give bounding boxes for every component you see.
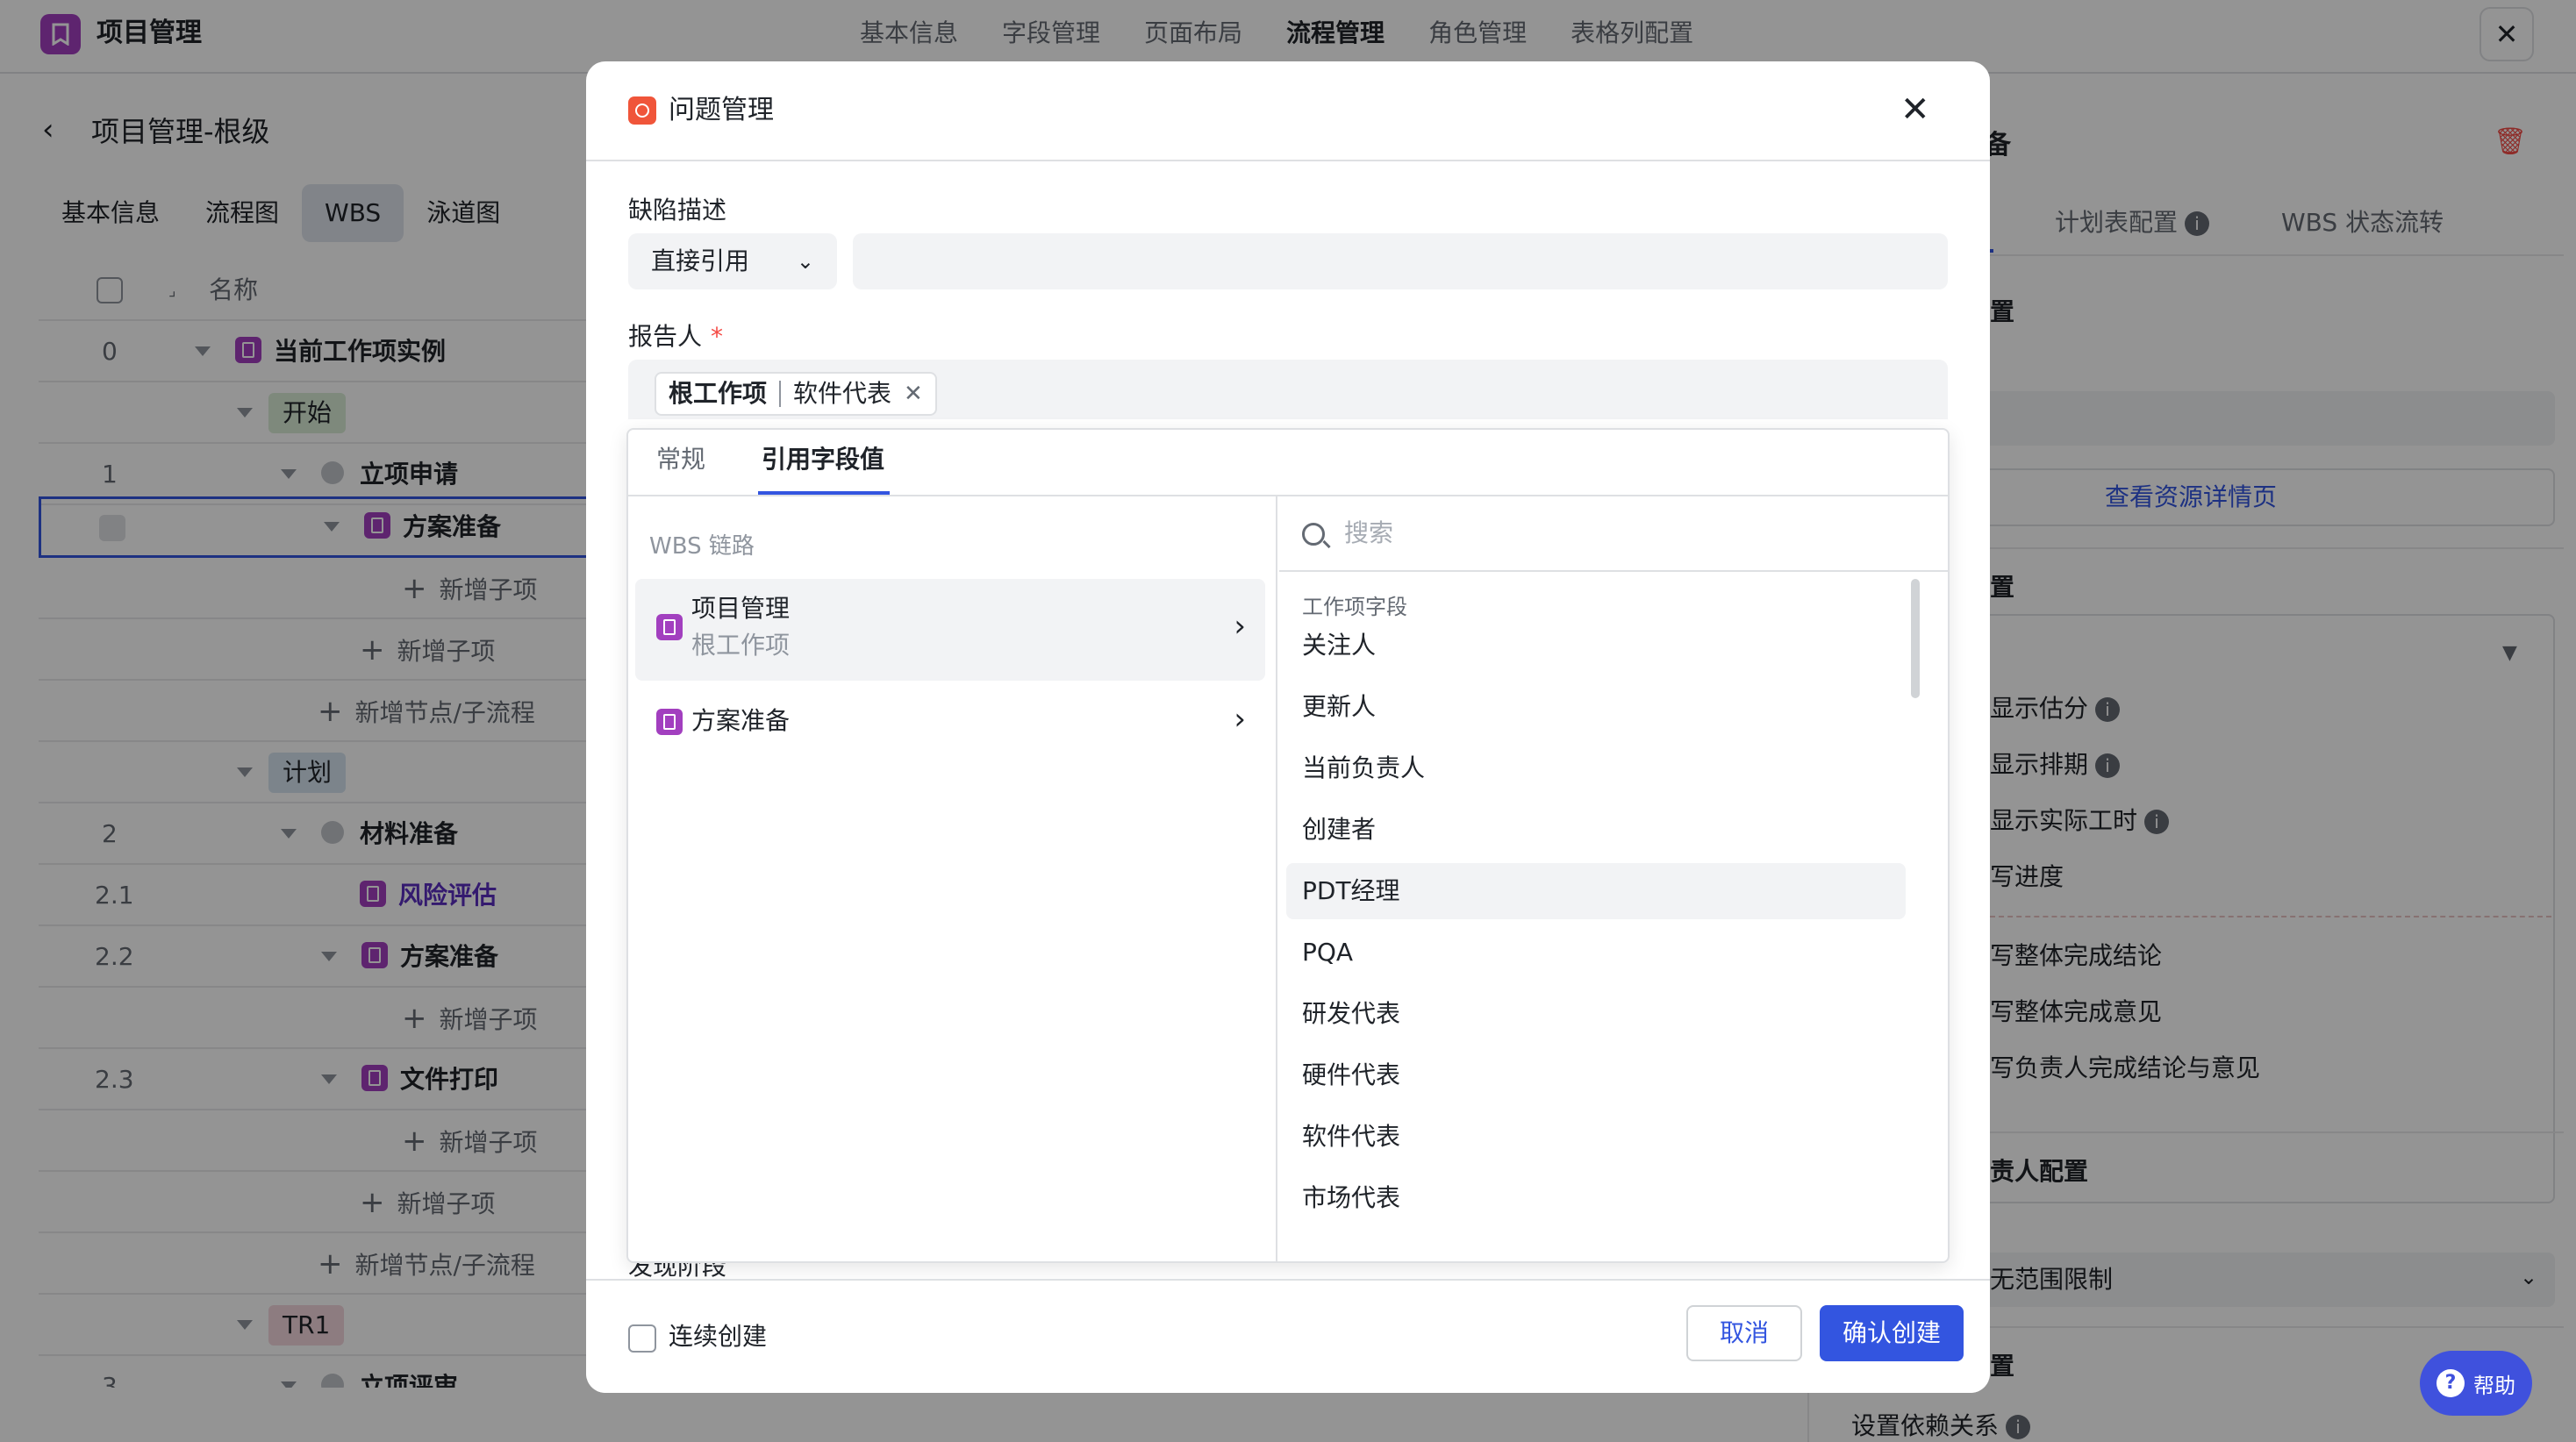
reporter-tag: 根工作项 软件代表 ✕ bbox=[655, 372, 937, 416]
search-placeholder: 搜索 bbox=[1344, 518, 1394, 547]
remove-tag-icon[interactable]: ✕ bbox=[904, 374, 923, 414]
continuous-create-checkbox[interactable] bbox=[628, 1324, 656, 1353]
active-tab-underline bbox=[758, 491, 890, 495]
help-label: 帮助 bbox=[2473, 1373, 2515, 1398]
question-icon: ? bbox=[2436, 1369, 2465, 1397]
close-icon[interactable]: ✕ bbox=[1900, 88, 1930, 132]
chevron-down-icon: ⌄ bbox=[796, 249, 814, 274]
modal-footer: 连续创建 取消 确认创建 bbox=[586, 1279, 1990, 1393]
field-search[interactable]: 搜索 bbox=[1279, 496, 1948, 572]
field-option[interactable]: PQA bbox=[1286, 924, 1906, 981]
reporter-field[interactable]: 根工作项 软件代表 ✕ bbox=[628, 360, 1948, 419]
field-option[interactable]: 硬件代表 bbox=[1286, 1047, 1906, 1103]
field-option[interactable]: 更新人 bbox=[1286, 679, 1906, 735]
chain-item-title: 方案准备 bbox=[691, 706, 791, 735]
search-icon bbox=[1302, 523, 1325, 546]
wbs-chain-label: WBS 链路 bbox=[649, 533, 755, 560]
chain-item-title: 项目管理 bbox=[691, 594, 791, 623]
description-mode-value: 直接引用 bbox=[651, 246, 750, 275]
chain-item-root[interactable]: 项目管理 根工作项 › bbox=[635, 579, 1265, 681]
field-option[interactable]: 软件代表 bbox=[1286, 1109, 1906, 1165]
chevron-right-icon: › bbox=[1234, 702, 1246, 737]
chain-item-child[interactable]: 方案准备 › bbox=[635, 691, 1265, 754]
chain-item-subtitle: 根工作项 bbox=[691, 631, 791, 660]
scrollbar[interactable] bbox=[1911, 579, 1920, 698]
wbs-chain-panel: WBS 链路 项目管理 根工作项 › 方案准备 › bbox=[628, 496, 1277, 1261]
modal-header: 问题管理 ✕ bbox=[586, 61, 1990, 161]
field-option-highlighted[interactable]: PDT经理 bbox=[1286, 863, 1906, 919]
field-reference-dropdown: 常规 引用字段值 WBS 链路 项目管理 根工作项 › 方案准备 › 搜索 工作… bbox=[626, 428, 1950, 1263]
tab-general[interactable]: 常规 bbox=[656, 442, 705, 477]
description-mode-select[interactable]: 直接引用 ⌄ bbox=[628, 233, 837, 289]
continuous-create-label: 连续创建 bbox=[669, 1322, 768, 1351]
modal-title: 问题管理 bbox=[669, 95, 774, 125]
help-button[interactable]: ? 帮助 bbox=[2420, 1351, 2532, 1416]
required-mark: * bbox=[711, 322, 724, 351]
field-group-label: 工作项字段 bbox=[1302, 595, 1407, 619]
field-option[interactable]: 当前负责人 bbox=[1286, 740, 1906, 796]
issue-icon bbox=[628, 96, 656, 125]
description-input[interactable] bbox=[853, 233, 1948, 289]
field-label-description: 缺陷描述 bbox=[628, 196, 727, 225]
field-option[interactable]: 关注人 bbox=[1286, 617, 1906, 674]
cancel-button[interactable]: 取消 bbox=[1686, 1305, 1802, 1361]
field-option[interactable]: 创建者 bbox=[1286, 802, 1906, 858]
field-option[interactable]: 研发代表 bbox=[1286, 986, 1906, 1042]
field-option[interactable]: 市场代表 bbox=[1286, 1170, 1906, 1226]
field-list-panel: 搜索 工作项字段 关注人 更新人 当前负责人 创建者 PDT经理 PQA 研发代… bbox=[1279, 496, 1948, 1261]
dropdown-tabs: 常规 引用字段值 bbox=[628, 430, 1948, 496]
work-item-icon bbox=[656, 709, 683, 735]
tag-separator bbox=[779, 381, 782, 407]
tab-reference-field[interactable]: 引用字段值 bbox=[762, 442, 884, 477]
confirm-create-button[interactable]: 确认创建 bbox=[1820, 1305, 1964, 1361]
field-label-reporter: 报告人 * bbox=[628, 322, 724, 351]
chevron-right-icon: › bbox=[1234, 609, 1246, 644]
tag-source: 根工作项 bbox=[669, 379, 768, 408]
create-issue-modal: 问题管理 ✕ 缺陷描述 直接引用 ⌄ 报告人 * 根工作项 软件代表 ✕ 发现阶段… bbox=[586, 61, 1990, 1393]
tag-field: 软件代表 bbox=[793, 379, 892, 408]
work-item-icon bbox=[656, 614, 683, 640]
